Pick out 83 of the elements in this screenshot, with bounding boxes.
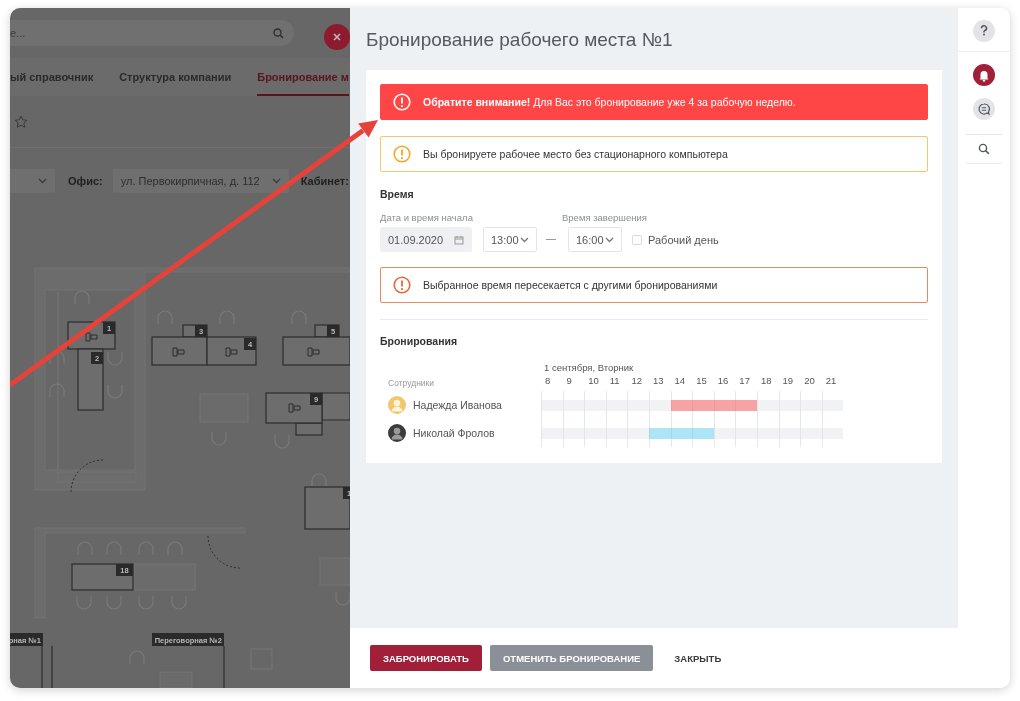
- action-button[interactable]: ЗАБРОНИРОВАТЬ: [370, 645, 482, 671]
- close-button[interactable]: [324, 24, 350, 50]
- booked-slot[interactable]: [692, 427, 714, 439]
- filter-select[interactable]: [10, 169, 55, 193]
- hour-label: 21: [824, 375, 838, 388]
- section-heading: Время: [380, 188, 415, 200]
- hour-label: 12: [630, 375, 643, 388]
- booked-slot[interactable]: [713, 399, 736, 411]
- avatar: [388, 396, 406, 414]
- timeline-slot[interactable]: [627, 399, 649, 411]
- timeline-slot[interactable]: [541, 427, 563, 439]
- hour-label: 14: [673, 375, 687, 388]
- timeline-slot[interactable]: [584, 399, 606, 411]
- chevron-icon: [271, 178, 281, 184]
- hour-label: 16: [716, 375, 730, 388]
- timeline-slot[interactable]: [562, 399, 585, 411]
- booked-slot[interactable]: [648, 427, 671, 439]
- booked-slot[interactable]: [692, 399, 714, 411]
- booked-slot[interactable]: [735, 399, 757, 411]
- hour-label: 18: [759, 375, 773, 388]
- field-label: Время завершения: [562, 212, 647, 223]
- panel-title: Бронирование рабочего места №1: [365, 28, 674, 52]
- alert-icon: [393, 145, 411, 163]
- room-label: Кабинет:: [300, 175, 349, 187]
- timeline-slot[interactable]: [821, 399, 844, 411]
- office-label: Офис:: [68, 175, 103, 187]
- chevron-icon: [605, 236, 614, 243]
- hour-label: 13: [651, 375, 665, 388]
- timeline-slot[interactable]: [778, 427, 801, 439]
- timeline-slot[interactable]: [713, 427, 736, 439]
- desk[interactable]: [321, 392, 350, 421]
- timeline-slot[interactable]: [605, 399, 628, 411]
- alert-text: Обратите внимание! Для Вас это бронирование уже 4 за рабочую неделю.: [423, 96, 796, 108]
- close-link[interactable]: ЗАКРЫТЬ: [661, 645, 735, 671]
- timeline-slot[interactable]: [648, 399, 671, 411]
- hour-label: 11: [608, 375, 621, 388]
- hour-label: 9: [565, 375, 573, 388]
- time-select[interactable]: 13:00: [483, 227, 537, 252]
- timeline-slot[interactable]: [821, 427, 844, 439]
- field-label: Дата и время начала: [380, 212, 474, 223]
- alert-icon: [393, 276, 411, 294]
- column-label: Сотрудники: [387, 378, 436, 388]
- timeline-slot[interactable]: [584, 427, 606, 439]
- hour-label: 17: [738, 375, 751, 388]
- alert-text: Выбранное время пересекается с другими бронированиями: [423, 279, 718, 291]
- timeline-slot[interactable]: [800, 427, 822, 439]
- bell-icon[interactable]: [973, 64, 995, 86]
- close-icon: [333, 33, 341, 41]
- timeline-slot[interactable]: [627, 427, 649, 439]
- table: [133, 563, 196, 591]
- hour-label: 15: [695, 375, 708, 388]
- employee-name: Надежда Иванова: [413, 399, 502, 411]
- star-icon[interactable]: [14, 114, 28, 129]
- timeline-slot[interactable]: [735, 427, 757, 439]
- booked-slot[interactable]: [670, 427, 693, 439]
- search-icon: [273, 27, 284, 39]
- timeline-slot[interactable]: [756, 399, 779, 411]
- date-field[interactable]: 01.09.2020: [380, 227, 472, 252]
- time-select[interactable]: 16:00: [568, 227, 622, 252]
- timeline-slot[interactable]: [605, 427, 628, 439]
- hour-label: 19: [781, 375, 795, 388]
- alert-icon: [393, 93, 411, 111]
- date-label: 1 сентября, Вторник: [543, 361, 635, 373]
- chat-bubble-icon[interactable]: [973, 98, 995, 120]
- hour-label: 8: [544, 375, 552, 388]
- timeline-slot[interactable]: [562, 427, 585, 439]
- timeline-slot[interactable]: [800, 399, 822, 411]
- timeline-slot[interactable]: [541, 399, 563, 411]
- booked-slot[interactable]: [670, 399, 693, 411]
- checkbox-label: Рабочий день: [648, 233, 719, 246]
- employee-name: Николай Фролов: [413, 427, 495, 439]
- avatar: [388, 424, 406, 442]
- timeline-slot[interactable]: [778, 399, 801, 411]
- alert-text: Вы бронируете рабочее место без стационарного компьютера: [423, 148, 728, 160]
- section-heading: Бронирования: [380, 335, 459, 347]
- chevron-icon: [520, 236, 529, 243]
- checkbox[interactable]: [632, 234, 642, 245]
- chevron-icon: [38, 178, 47, 184]
- calendar-icon: [454, 234, 464, 245]
- hour-label: 10: [587, 375, 600, 388]
- hour-label: 20: [803, 375, 816, 388]
- help-icon[interactable]: [973, 19, 995, 42]
- timeline-slot[interactable]: [756, 427, 779, 439]
